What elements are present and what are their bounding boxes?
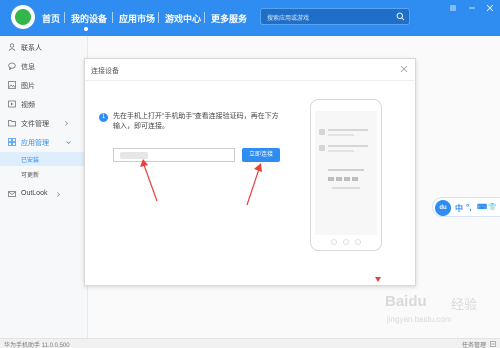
app-version: 华为手机助手 11.0.0.500	[4, 343, 70, 348]
skin-icon[interactable]: 👕	[488, 203, 497, 211]
chinese-mode-toggle[interactable]: 中	[455, 203, 463, 214]
instruction-text: 先在手机上打开“手机助手”查看连接验证码，再在下方输入，即可连接。	[113, 113, 279, 130]
connect-device-dialog: 连接设备 1 先在手机上打开“手机助手”查看连接验证码，再在下方输入，即可连接。…	[84, 58, 416, 286]
sidebar-sub-installed[interactable]: 已安装	[0, 152, 88, 166]
nav-separator	[158, 12, 159, 23]
nav-more-services[interactable]: 更多服务	[211, 12, 247, 25]
nav-active-indicator	[84, 27, 88, 31]
folder-icon	[8, 120, 16, 127]
contacts-icon	[8, 43, 16, 51]
floating-input-toolbar: du 中 °, ⌨ 👕	[432, 197, 500, 217]
sidebar-item-label: OutLook	[21, 190, 48, 197]
nav-app-market[interactable]: 应用市场	[119, 12, 155, 25]
video-icon	[8, 100, 16, 108]
outlook-icon	[8, 191, 16, 197]
chevron-right-icon	[65, 121, 68, 126]
nav-separator	[204, 12, 205, 23]
red-arrow-icon	[246, 163, 262, 206]
nav-separator	[64, 12, 65, 23]
verification-code-input[interactable]	[113, 148, 235, 162]
phone-illustration	[310, 99, 382, 251]
sidebar-item-app-management[interactable]: 应用管理	[0, 133, 88, 151]
sidebar-item-label: 信息	[21, 64, 35, 71]
chevron-right-icon	[57, 192, 60, 197]
close-icon[interactable]	[399, 64, 409, 74]
sidebar-item-label: 联系人	[21, 45, 42, 52]
image-icon	[8, 81, 16, 89]
nav-game-center[interactable]: 游戏中心	[165, 12, 201, 25]
search-icon[interactable]	[396, 12, 405, 21]
sidebar-item-label: 应用管理	[21, 140, 49, 147]
baidu-watermark: Baidu 经验 jingyan.baidu.com	[385, 293, 485, 333]
sidebar-sub-updatable[interactable]: 可更新	[0, 167, 88, 181]
sidebar-sub-label: 可更新	[21, 173, 40, 179]
search-placeholder: 搜索应用或游戏	[267, 16, 310, 22]
sidebar-item-outlook[interactable]: OutLook	[0, 185, 88, 203]
info-icon: 1	[99, 113, 108, 122]
keyboard-icon[interactable]: ⌨	[477, 203, 487, 211]
scroll-down-indicator	[375, 277, 381, 282]
sidebar-item-messages[interactable]: 信息	[0, 57, 88, 75]
watermark-brand: Baidu	[385, 293, 427, 310]
sidebar: 联系人 信息 图片 视频 文件管理 应用管理 已安装 可更新 OutLook	[0, 36, 88, 338]
apps-icon	[8, 138, 16, 146]
menu-icon[interactable]	[448, 3, 458, 13]
search-input[interactable]: 搜索应用或游戏	[260, 8, 410, 25]
status-bar: 华为手机助手 11.0.0.500 任务管理	[0, 338, 500, 348]
sidebar-item-label: 文件管理	[21, 121, 49, 128]
du-logo[interactable]: du	[435, 200, 451, 216]
dialog-header: 连接设备	[85, 59, 415, 81]
sidebar-sub-label: 已安装	[21, 158, 40, 164]
sidebar-item-contacts[interactable]: 联系人	[0, 38, 88, 56]
nav-separator	[112, 12, 113, 23]
watermark-url: jingyan.baidu.com	[387, 315, 452, 324]
connect-now-button[interactable]: 立即连接	[242, 148, 280, 162]
sidebar-item-label: 图片	[21, 83, 35, 90]
minimize-icon[interactable]	[467, 3, 477, 13]
nav-home[interactable]: 首页	[42, 12, 60, 25]
sidebar-item-videos[interactable]: 视频	[0, 95, 88, 113]
task-manager-link[interactable]: 任务管理	[462, 340, 486, 348]
sidebar-item-images[interactable]: 图片	[0, 76, 88, 94]
watermark-brand-cn: 经验	[451, 297, 478, 312]
punctuation-toggle[interactable]: °,	[466, 203, 471, 212]
nav-my-devices[interactable]: 我的设备	[71, 12, 107, 25]
app-logo	[11, 5, 35, 29]
close-window-icon[interactable]	[485, 3, 495, 13]
red-arrow-icon	[140, 159, 158, 202]
message-icon	[8, 62, 16, 70]
blurred-code	[120, 152, 148, 159]
dialog-title: 连接设备	[91, 68, 119, 75]
sidebar-item-file-management[interactable]: 文件管理	[0, 114, 88, 132]
top-bar: 首页 我的设备 应用市场 游戏中心 更多服务 搜索应用或游戏	[0, 0, 500, 36]
task-manager-icon[interactable]	[490, 341, 496, 347]
sidebar-item-label: 视频	[21, 102, 35, 109]
chevron-down-icon	[66, 141, 71, 144]
